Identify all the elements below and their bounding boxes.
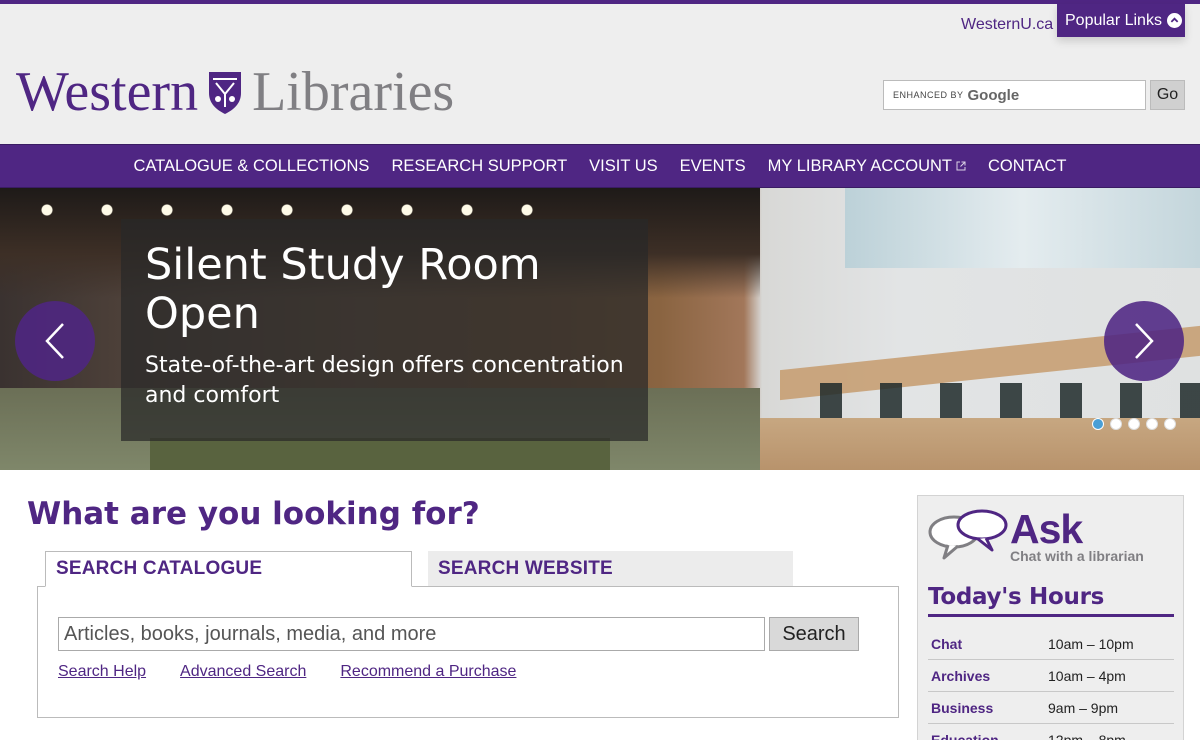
carousel-dot-4[interactable]	[1146, 418, 1158, 430]
ask-title: Ask	[1010, 506, 1083, 552]
chevron-left-icon	[45, 323, 64, 359]
nav-visit-us[interactable]: VISIT US	[578, 157, 668, 176]
search-heading: What are you looking for?	[27, 496, 480, 532]
popular-links-label: Popular Links	[1065, 11, 1162, 29]
sidebar: Ask Chat with a librarian Today's Hours …	[917, 495, 1184, 740]
search-help-link[interactable]: Search Help	[58, 663, 146, 681]
carousel-dot-5[interactable]	[1164, 418, 1176, 430]
popular-links-button[interactable]: Popular Links	[1057, 4, 1185, 37]
crest-icon	[209, 72, 242, 114]
hours-library-link[interactable]: Business	[928, 700, 1048, 716]
hours-time: 12pm – 8pm	[1048, 731, 1126, 740]
logo-word-libraries: Libraries	[252, 61, 455, 123]
hours-library-link[interactable]: Education	[928, 732, 1048, 740]
catalogue-search-panel	[37, 586, 899, 718]
hours-row: Archives 10am – 4pm	[928, 660, 1174, 692]
carousel-prev-button[interactable]	[15, 301, 95, 381]
hero-photo-sofa	[150, 438, 610, 470]
tab-search-website[interactable]: SEARCH WEBSITE	[428, 551, 793, 587]
hours-time: 9am – 9pm	[1048, 699, 1119, 716]
carousel-dot-3[interactable]	[1128, 418, 1140, 430]
catalogue-search-button[interactable]: Search	[769, 617, 859, 651]
search-sub-links: Search Help Advanced Search Recommend a …	[58, 663, 550, 681]
hours-table: Chat 10am – 10pm Archives 10am – 4pm Bus…	[928, 628, 1174, 740]
hero-title: Silent Study Room Open	[145, 240, 541, 339]
nav-events[interactable]: EVENTS	[669, 157, 757, 176]
site-search-go-button[interactable]: Go	[1150, 80, 1185, 110]
carousel-next-button[interactable]	[1104, 301, 1184, 381]
site-search-input[interactable]: ENHANCED BY Google	[883, 80, 1146, 110]
chevron-right-icon	[1135, 323, 1154, 359]
site-header: WesternU.ca Popular Links Western Librar…	[0, 4, 1200, 144]
hours-row: Business 9am – 9pm	[928, 692, 1174, 724]
recommend-purchase-link[interactable]: Recommend a Purchase	[340, 663, 516, 681]
external-link-icon	[956, 161, 966, 171]
westernu-link[interactable]: WesternU.ca	[961, 16, 1053, 34]
google-logo: Google	[967, 86, 1020, 104]
hours-library-link[interactable]: Chat	[928, 636, 1048, 652]
advanced-search-link[interactable]: Advanced Search	[180, 663, 306, 681]
hero-photo-chairs	[820, 383, 1200, 423]
todays-hours-title: Today's Hours	[928, 584, 1174, 617]
tab-search-catalogue[interactable]: SEARCH CATALOGUE	[45, 551, 412, 587]
carousel-dots	[1092, 418, 1176, 430]
hero-subtitle: State-of-the-art design offers concentra…	[145, 353, 624, 408]
nav-catalogue-collections[interactable]: CATALOGUE & COLLECTIONS	[122, 157, 380, 176]
hours-row: Chat 10am – 10pm	[928, 628, 1174, 660]
hours-row: Education 12pm – 8pm	[928, 724, 1174, 740]
hero-carousel: Silent Study Room Open State-of-the-art …	[0, 188, 1200, 470]
chat-bubbles-icon	[928, 509, 1008, 560]
hero-caption[interactable]: Silent Study Room Open State-of-the-art …	[121, 219, 648, 441]
catalogue-search-input[interactable]: Articles, books, journals, media, and mo…	[58, 617, 765, 651]
carousel-dot-2[interactable]	[1110, 418, 1122, 430]
nav-my-library-account-label: MY LIBRARY ACCOUNT	[767, 156, 952, 175]
hours-time: 10am – 4pm	[1048, 667, 1126, 684]
ask-subtitle: Chat with a librarian	[1010, 548, 1144, 564]
hero-photo-lights	[40, 203, 560, 217]
chevron-up-icon	[1166, 13, 1182, 28]
nav-research-support[interactable]: RESEARCH SUPPORT	[380, 157, 578, 176]
hours-library-link[interactable]: Archives	[928, 668, 1048, 684]
nav-contact[interactable]: CONTACT	[977, 157, 1078, 176]
logo-word-western: Western	[16, 61, 199, 123]
carousel-dot-1[interactable]	[1092, 418, 1104, 430]
ask-chat-widget[interactable]: Ask Chat with a librarian	[928, 508, 1144, 564]
nav-my-library-account[interactable]: MY LIBRARY ACCOUNT	[757, 157, 977, 176]
main-nav: CATALOGUE & COLLECTIONS RESEARCH SUPPORT…	[0, 144, 1200, 188]
hours-time: 10am – 10pm	[1048, 635, 1134, 652]
hero-photo-windows	[845, 188, 1200, 268]
enhanced-by-label: ENHANCED BY	[893, 90, 964, 100]
western-libraries-logo[interactable]: Western Libraries	[16, 64, 454, 120]
